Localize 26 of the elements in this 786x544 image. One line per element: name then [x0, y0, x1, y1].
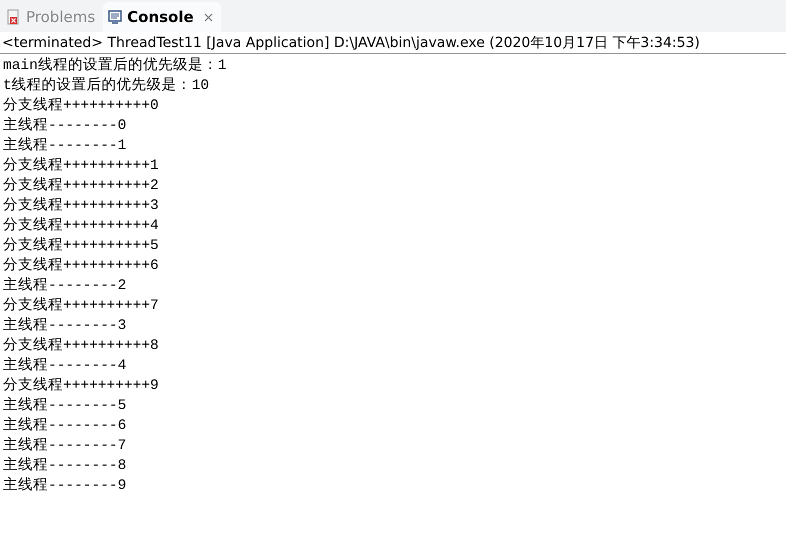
process-status: <terminated> ThreadTest11 [Java Application] D:\JAVA\bin\javaw.exe (2020年10月17日 下午3:34:53) — [0, 32, 786, 54]
console-line: 分支线程++++++++++5 — [3, 236, 160, 256]
console-line: 主线程--------7 — [3, 436, 128, 456]
console-line: 分支线程++++++++++9 — [3, 376, 160, 396]
console-line: 主线程--------9 — [3, 476, 128, 496]
close-icon[interactable] — [204, 12, 213, 22]
console-line: main线程的设置后的优先级是：1 — [3, 56, 228, 76]
console-line: t线程的设置后的优先级是：10 — [3, 76, 210, 96]
console-line: 分支线程++++++++++6 — [3, 256, 160, 276]
console-line: 分支线程++++++++++0 — [3, 96, 160, 116]
console-line: 分支线程++++++++++1 — [3, 156, 160, 176]
console-line: 分支线程++++++++++7 — [3, 296, 160, 316]
console-line: 主线程--------3 — [3, 316, 128, 336]
console-line: 分支线程++++++++++8 — [3, 336, 160, 356]
console-line: 主线程--------2 — [3, 276, 128, 296]
console-line: 分支线程++++++++++2 — [3, 176, 160, 196]
console-line: 主线程--------8 — [3, 456, 128, 476]
console-line: 分支线程++++++++++4 — [3, 216, 160, 236]
view-tab[interactable]: Console — [103, 2, 221, 32]
console-line: 主线程--------6 — [3, 416, 128, 436]
monitor-icon — [107, 9, 124, 25]
console-line: 主线程--------4 — [3, 356, 128, 376]
console-line: 分支线程++++++++++3 — [3, 196, 160, 216]
console-line: 主线程--------0 — [3, 116, 128, 136]
console-line: 主线程--------1 — [3, 136, 128, 156]
console-line: 主线程--------5 — [3, 396, 128, 416]
